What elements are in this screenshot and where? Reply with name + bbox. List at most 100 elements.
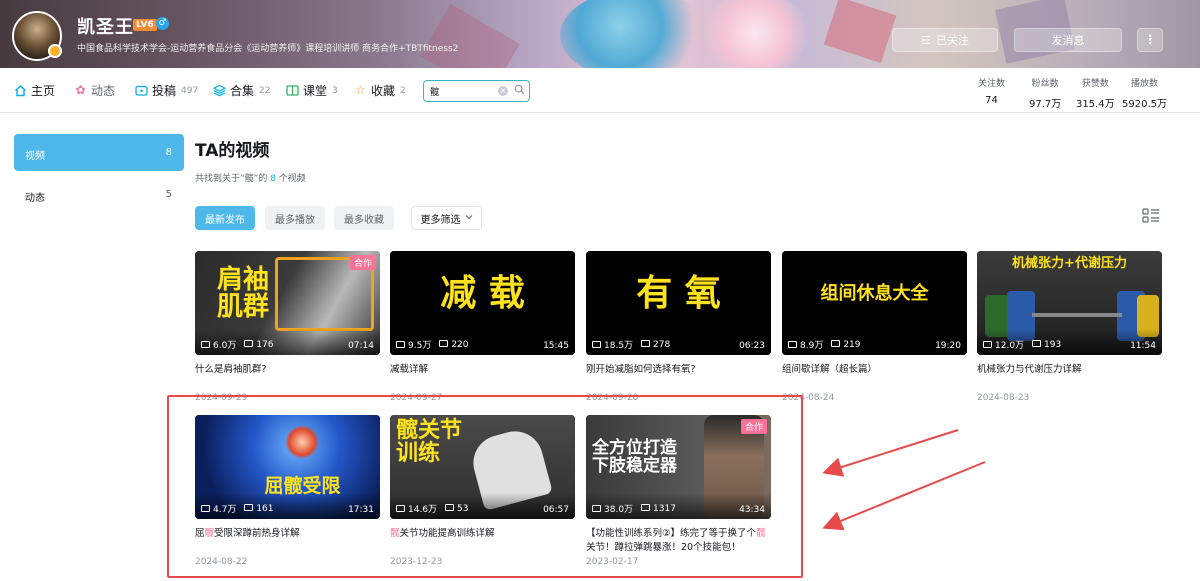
video-date: 2023-12-23 <box>390 557 443 567</box>
tab-dynamic[interactable]: ✿ 动态 <box>74 82 115 99</box>
video-thumbnail[interactable]: 有 氧 18.5万 278 06:23 <box>586 251 771 355</box>
comment-icon <box>244 503 254 511</box>
sort-most-played-button[interactable]: 最多播放 <box>265 206 325 230</box>
more-filters-dropdown[interactable]: 更多筛选 <box>411 206 482 230</box>
tab-collections[interactable]: 合集 22 <box>212 82 271 99</box>
tab-course-count: 3 <box>332 85 338 96</box>
male-icon: ♂ <box>156 17 169 30</box>
play-icon <box>396 505 405 512</box>
stat-following[interactable]: 关注数 74 <box>978 76 1005 106</box>
menu-icon: ☰ <box>921 33 931 47</box>
level-badge: LV6 <box>133 19 157 31</box>
video-stats: 18.5万 278 <box>592 338 670 351</box>
clear-icon[interactable]: × <box>498 86 508 96</box>
video-title[interactable]: 【功能性训练系列②】练完了等于换了个髋关节！蹲拉弹跳暴涨！20个技能包！ <box>586 527 771 555</box>
play-count: 4.7万 <box>201 502 236 515</box>
video-thumbnail[interactable]: 减 载 9.5万 220 15:45 <box>390 251 575 355</box>
video-card[interactable]: 髋关节 训练 14.6万 53 06:57 髋关节功能提高训练详解 2023-1… <box>390 415 575 567</box>
tab-collections-label: 合集 <box>230 84 255 98</box>
video-icon <box>135 84 148 97</box>
video-card[interactable]: 肩袖 肌群 合作 6.0万 176 07:14 什么是肩袖肌群? 2024-09… <box>195 251 380 403</box>
thumbnail-caption: 组间休息大全 <box>820 282 929 304</box>
book-icon <box>286 84 299 97</box>
list-view-icon[interactable] <box>1142 207 1160 225</box>
play-count: 8.9万 <box>788 338 823 351</box>
followed-label: 已关注 <box>935 34 969 47</box>
video-title[interactable]: 机械张力与代谢压力详解 <box>977 363 1162 391</box>
sidebar-item-label: 动态 <box>25 193 45 204</box>
search-icon[interactable] <box>514 84 525 98</box>
banner-art <box>560 0 710 68</box>
play-count: 38.0万 <box>592 502 633 515</box>
stat-likes: 获赞数 315.4万 <box>1076 76 1115 110</box>
tab-favorites-count: 2 <box>400 85 406 96</box>
video-card[interactable]: 全方位打造 下肢稳定器 合作 38.0万 1317 43:34 【功能性训练系列… <box>586 415 771 567</box>
video-date: 2023-02-17 <box>586 557 639 567</box>
sidebar-item-dynamic[interactable]: 动态 5 <box>14 180 184 210</box>
stat-fans[interactable]: 粉丝数 97.7万 <box>1029 76 1061 110</box>
video-date: 2024-08-22 <box>195 557 248 567</box>
video-date: 2024-08-23 <box>977 393 1030 403</box>
profile-banner: 凯圣王 LV6 ♂ 中国食品科学技术学会-运动营养食品分会《运动营养师》课程培训… <box>0 0 1200 68</box>
video-thumbnail[interactable]: 全方位打造 下肢稳定器 合作 38.0万 1317 43:34 <box>586 415 771 519</box>
arrow-icon <box>822 461 986 531</box>
stat-plays: 播放数 5920.5万 <box>1122 76 1167 110</box>
send-message-label: 发消息 <box>1051 34 1085 47</box>
tab-course-label: 课堂 <box>303 84 328 98</box>
sort-latest-button[interactable]: 最新发布 <box>195 206 255 230</box>
tab-collections-count: 22 <box>259 85 271 96</box>
play-icon <box>983 341 992 348</box>
thumbnail-caption: 髋关节 训练 <box>396 418 463 467</box>
video-date: 2024-09-29 <box>195 393 248 403</box>
video-thumbnail[interactable]: 肩袖 肌群 合作 6.0万 176 07:14 <box>195 251 380 355</box>
video-thumbnail[interactable]: 组间休息大全 8.9万 219 19:20 <box>782 251 967 355</box>
banner-art <box>700 0 810 68</box>
banner-art <box>823 0 897 64</box>
tab-favorites-label: 收藏 <box>371 84 396 98</box>
comment-count: 1317 <box>641 503 676 514</box>
arrow-icon <box>822 429 959 477</box>
search-input[interactable] <box>430 84 500 98</box>
play-icon <box>201 505 210 512</box>
video-thumbnail[interactable]: 髋关节 训练 14.6万 53 06:57 <box>390 415 575 519</box>
video-title[interactable]: 减载详解 <box>390 363 575 391</box>
tab-home[interactable]: 主页 <box>14 82 55 99</box>
comment-count: 176 <box>244 339 274 350</box>
send-message-button[interactable]: 发消息 <box>1014 28 1122 52</box>
play-count: 12.0万 <box>983 338 1024 351</box>
tab-posts[interactable]: 投稿 497 <box>135 82 198 99</box>
comment-count: 53 <box>445 503 469 514</box>
video-card[interactable]: 机械张力+代谢压力 12.0万 193 11:54 机械张力与代谢压力详解 20… <box>977 251 1162 403</box>
play-count: 18.5万 <box>592 338 633 351</box>
video-stats: 9.5万 220 <box>396 338 469 351</box>
video-thumbnail[interactable]: 机械张力+代谢压力 12.0万 193 11:54 <box>977 251 1162 355</box>
video-stats: 38.0万 1317 <box>592 502 676 515</box>
video-card[interactable]: 减 载 9.5万 220 15:45 减载详解 2024-09-27 <box>390 251 575 403</box>
video-date: 2024-09-27 <box>390 393 443 403</box>
video-title[interactable]: 组间歇详解（超长篇） <box>782 363 967 391</box>
comment-icon <box>439 339 449 347</box>
followed-button[interactable]: ☰ 已关注 <box>892 28 998 52</box>
video-card[interactable]: 组间休息大全 8.9万 219 19:20 组间歇详解（超长篇） 2024-08… <box>782 251 967 403</box>
play-icon <box>592 341 601 348</box>
video-thumbnail[interactable]: 屈髋受限 4.7万 161 17:31 <box>195 415 380 519</box>
comment-count: 219 <box>831 339 861 350</box>
video-card[interactable]: 有 氧 18.5万 278 06:23 刚开始减脂如何选择有氧? 2024-09… <box>586 251 771 403</box>
sidebar-item-video[interactable]: 视频 8 <box>14 134 184 171</box>
tab-course[interactable]: 课堂 3 <box>286 82 338 99</box>
stat-label: 粉丝数 <box>1031 79 1059 89</box>
video-card[interactable]: 屈髋受限 4.7万 161 17:31 屈髋受限深蹲前热身详解 2024-08-… <box>195 415 380 567</box>
video-duration: 17:31 <box>348 505 374 515</box>
tab-home-label: 主页 <box>31 84 56 98</box>
username: 凯圣王 <box>77 17 134 38</box>
video-title[interactable]: 屈髋受限深蹲前热身详解 <box>195 527 380 555</box>
play-icon <box>592 505 601 512</box>
sort-most-favorited-button[interactable]: 最多收藏 <box>334 206 394 230</box>
found-suffix: 个视频 <box>275 174 306 184</box>
more-vertical-icon[interactable]: ⋮ <box>1137 28 1163 52</box>
video-title[interactable]: 刚开始减脂如何选择有氧? <box>586 363 771 391</box>
coop-badge: 合作 <box>740 419 767 434</box>
tab-favorites[interactable]: ☆ 收藏 2 <box>354 82 406 99</box>
video-title[interactable]: 髋关节功能提高训练详解 <box>390 527 575 555</box>
video-title[interactable]: 什么是肩袖肌群? <box>195 363 380 391</box>
